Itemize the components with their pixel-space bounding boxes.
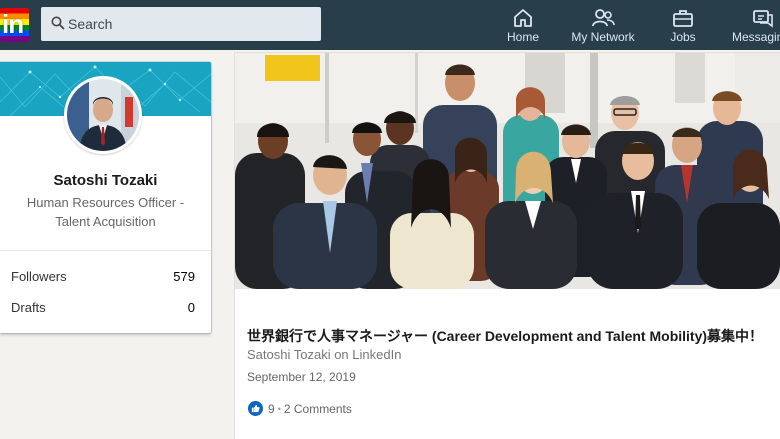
nav-my-network-label: My Network	[571, 30, 635, 44]
drafts-count: 0	[187, 300, 195, 315]
search-icon	[51, 16, 65, 30]
likes-count[interactable]: 9	[268, 402, 275, 416]
nav-my-network[interactable]: My Network	[566, 0, 640, 50]
nav-home-label: Home	[506, 30, 539, 44]
followers-count: 579	[173, 269, 195, 284]
search-input[interactable]	[68, 7, 318, 41]
profile-headline: Human Resources Officer - Talent Acquisi…	[26, 195, 185, 229]
nav-jobs-label: Jobs	[670, 30, 696, 44]
profile-card: Satoshi Tozaki Human Resources Officer -…	[0, 62, 211, 333]
briefcase-icon	[673, 10, 693, 27]
followers-label: Followers	[11, 269, 67, 284]
followers-stat[interactable]: Followers 579	[11, 269, 195, 284]
article-title[interactable]: 世界銀行で人事マネージャー (Career Development and Ta…	[247, 326, 777, 346]
messaging-icon	[753, 10, 773, 28]
count-separator: •	[277, 403, 281, 414]
nav-messaging-label: Messaging	[732, 30, 780, 44]
article-cover-image[interactable]	[235, 53, 780, 289]
nav-jobs[interactable]: Jobs	[664, 0, 702, 50]
drafts-label: Drafts	[11, 300, 46, 315]
article-card[interactable]: 世界銀行で人事マネージャー (Career Development and Ta…	[235, 53, 780, 439]
linkedin-logo[interactable]: in	[0, 8, 29, 42]
profile-avatar[interactable]	[64, 76, 142, 154]
profile-name[interactable]: Satoshi Tozaki	[0, 172, 211, 189]
nav-home[interactable]: Home	[500, 0, 546, 50]
network-icon	[592, 9, 615, 27]
comments-count[interactable]: 2 Comments	[284, 402, 352, 416]
like-icon	[248, 401, 263, 416]
search-box[interactable]	[41, 7, 321, 41]
drafts-stat[interactable]: Drafts 0	[11, 300, 195, 315]
nav-messaging[interactable]: Messaging	[732, 0, 780, 50]
article-author[interactable]: Satoshi Tozaki on LinkedIn	[247, 347, 401, 362]
social-counts[interactable]: 9 • 2 Comments	[248, 401, 352, 416]
home-icon	[514, 9, 532, 27]
article-date: September 12, 2019	[247, 370, 356, 384]
top-nav-bar: in Home My Network Jobs	[0, 0, 780, 50]
profile-divider	[0, 250, 211, 251]
